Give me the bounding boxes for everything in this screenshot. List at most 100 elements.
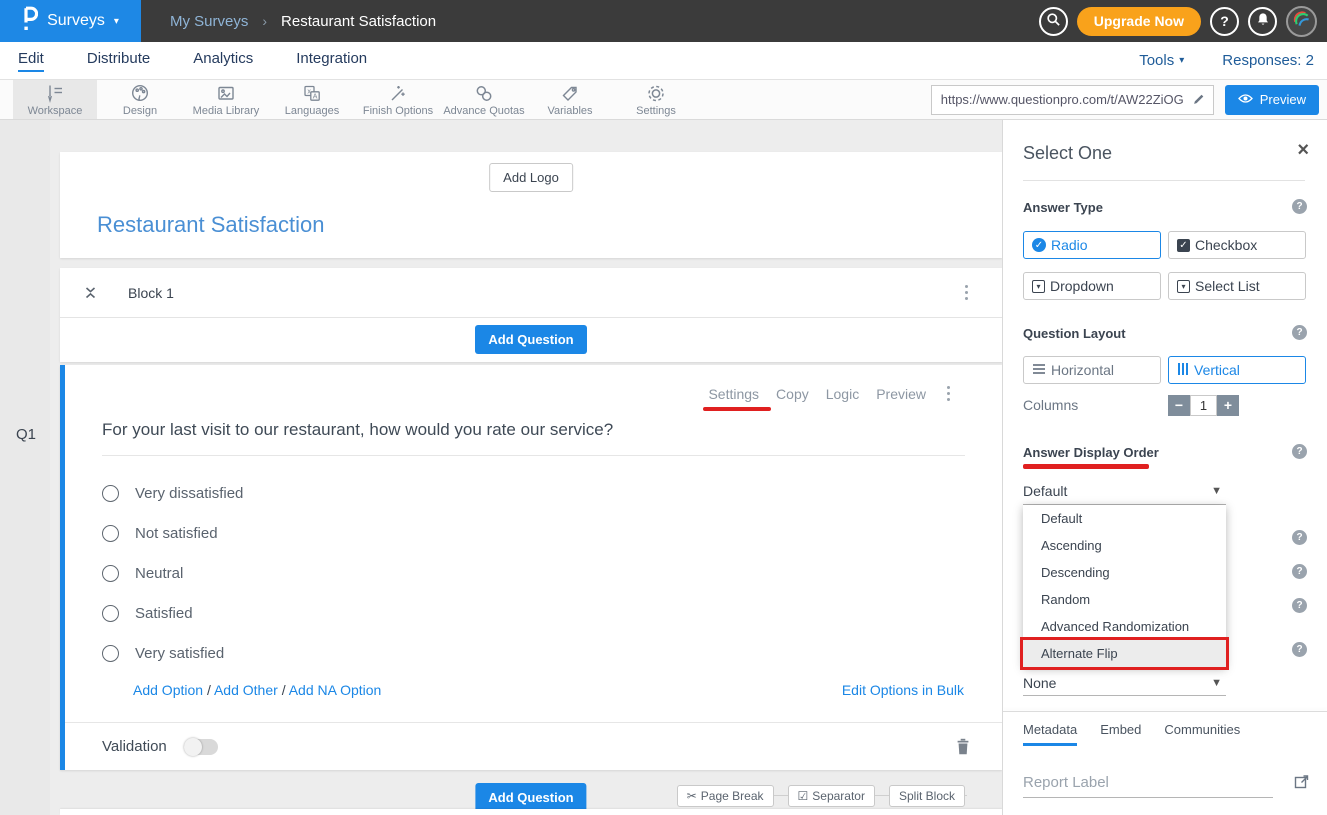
svg-text:A: A [313,93,318,100]
toolbar-item-workspace[interactable]: Workspace [13,80,97,119]
add-na-option-link[interactable]: Add NA Option [289,682,382,698]
add-question-button[interactable]: Add Question [475,325,586,354]
answer-display-order-select[interactable]: Default ▼ [1023,478,1226,505]
upgrade-now-button[interactable]: Upgrade Now [1077,7,1201,36]
layout-horizontal-button[interactable]: Horizontal [1023,356,1161,384]
alternate-flip-label: Alternate Flip [1041,646,1118,661]
hidden-setting-help-icon[interactable]: ? [1292,564,1307,579]
help-button[interactable]: ? [1210,7,1239,36]
hidden-setting-help-icon[interactable]: ? [1292,598,1307,613]
breadcrumb-my-surveys[interactable]: My Surveys [170,13,248,30]
answer-option-row: Satisfied [102,593,243,633]
toolbar-item-design[interactable]: Design [97,80,183,119]
tab-analytics[interactable]: Analytics [193,50,253,72]
menu-item-alternate-flip[interactable]: Alternate Flip [1023,640,1226,667]
radio-button-icon[interactable] [102,525,119,542]
question-layout-help-icon[interactable]: ? [1292,325,1307,340]
question-tab-preview[interactable]: Preview [876,386,926,402]
split-block-button[interactable]: Split Block [889,785,965,807]
radio-button-icon[interactable] [102,645,119,662]
hidden-setting-help-icon[interactable]: ? [1292,642,1307,657]
answer-type-checkbox-button[interactable]: ✓ Checkbox [1168,231,1306,259]
answer-type-radio-button[interactable]: ✓ Radio [1023,231,1161,259]
hidden-setting-help-icon[interactable]: ? [1292,530,1307,545]
add-other-link[interactable]: Add Other [214,682,278,698]
tab-distribute[interactable]: Distribute [87,50,150,72]
chevron-down-icon: ▾ [1179,55,1184,66]
menu-item-default[interactable]: Default [1023,505,1226,532]
tab-communities[interactable]: Communities [1164,722,1240,746]
edit-url-pencil-icon[interactable] [1193,91,1206,109]
answer-type-help-icon[interactable]: ? [1292,199,1307,214]
topbar-actions: Upgrade Now ? [1039,6,1327,37]
answer-option-label[interactable]: Not satisfied [135,525,218,542]
question-menu-kebab-icon[interactable] [943,382,954,405]
toolbar-item-advance-quotas[interactable]: Advance Quotas [441,80,527,119]
menu-item-random[interactable]: Random [1023,586,1226,613]
tab-edit[interactable]: Edit [18,50,44,72]
answer-option-label[interactable]: Neutral [135,565,183,582]
responses-count[interactable]: Responses: 2 [1222,52,1314,69]
checkbox-icon: ☑ [798,789,809,803]
columns-increment-button[interactable]: + [1217,395,1239,416]
columns-value[interactable]: 1 [1190,395,1217,416]
toolbar-item-finish-options[interactable]: Finish Options [355,80,441,119]
answer-option-label[interactable]: Very satisfied [135,645,224,662]
question-tab-logic[interactable]: Logic [826,386,859,402]
block-menu-kebab-icon[interactable] [961,281,972,304]
block-name[interactable]: Block 1 [128,285,174,301]
answer-type-select-list-button[interactable]: ▾ Select List [1168,272,1306,300]
questionpro-logo-icon [22,6,38,36]
close-panel-icon[interactable]: × [1297,140,1309,160]
radio-button-icon[interactable] [102,605,119,622]
account-avatar[interactable] [1286,6,1317,37]
tab-metadata[interactable]: Metadata [1023,722,1077,746]
panel-title: Select One [1023,143,1112,164]
answer-display-order-help-icon[interactable]: ? [1292,444,1307,459]
expand-report-label-icon[interactable] [1294,774,1309,789]
toolbar-item-languages[interactable]: xA Languages [269,80,355,119]
answer-option-row: Neutral [102,553,243,593]
answer-option-label[interactable]: Satisfied [135,605,193,622]
columns-decrement-button[interactable]: − [1168,395,1190,416]
layout-vertical-button[interactable]: Vertical [1168,356,1306,384]
radio-button-icon[interactable] [102,485,119,502]
question-tab-settings[interactable]: Settings [708,386,759,402]
tools-menu[interactable]: Tools▾ [1139,52,1184,69]
toolbar-item-variables[interactable]: Variables [527,80,613,119]
gear-icon [645,83,667,104]
answer-option-row: Not satisfied [102,513,243,553]
secondary-order-select[interactable]: None ▼ [1023,670,1226,696]
page-break-button[interactable]: ✂Page Break [677,785,774,807]
toolbar-item-settings[interactable]: Settings [613,80,699,119]
question-text[interactable]: For your last visit to our restaurant, h… [102,420,613,440]
product-switcher[interactable]: Surveys ▾ [0,0,141,42]
add-option-link[interactable]: Add Option [133,682,203,698]
report-label-input[interactable] [1023,770,1273,797]
add-question-button-bottom[interactable]: Add Question [475,783,586,812]
validation-toggle[interactable] [184,739,218,755]
answer-option-label[interactable]: Very dissatisfied [135,485,243,502]
menu-item-descending[interactable]: Descending [1023,559,1226,586]
tab-integration[interactable]: Integration [296,50,367,72]
menu-item-ascending[interactable]: Ascending [1023,532,1226,559]
menu-item-advanced-randomization[interactable]: Advanced Randomization [1023,613,1226,640]
toolbar-item-media-library[interactable]: Media Library [183,80,269,119]
search-button[interactable] [1039,7,1068,36]
question-tab-copy[interactable]: Copy [776,386,809,402]
palette-icon [129,83,151,104]
tab-embed[interactable]: Embed [1100,722,1141,746]
survey-title[interactable]: Restaurant Satisfaction [97,212,324,238]
answer-type-dropdown-button[interactable]: ▾ Dropdown [1023,272,1161,300]
separator-button[interactable]: ☑Separator [788,785,875,807]
edit-options-in-bulk-link[interactable]: Edit Options in Bulk [842,682,964,698]
columns-stepper: − 1 + [1168,395,1239,416]
radio-button-icon[interactable] [102,565,119,582]
delete-question-trash-icon[interactable] [956,738,970,755]
editor-toolbar: Workspace Design Media Library xA Langua… [0,80,1327,120]
notifications-button[interactable] [1248,7,1277,36]
add-logo-button[interactable]: Add Logo [489,163,573,192]
collapse-block-icon[interactable] [84,285,97,300]
preview-button[interactable]: Preview [1225,85,1319,115]
survey-url-input[interactable] [941,92,1193,107]
